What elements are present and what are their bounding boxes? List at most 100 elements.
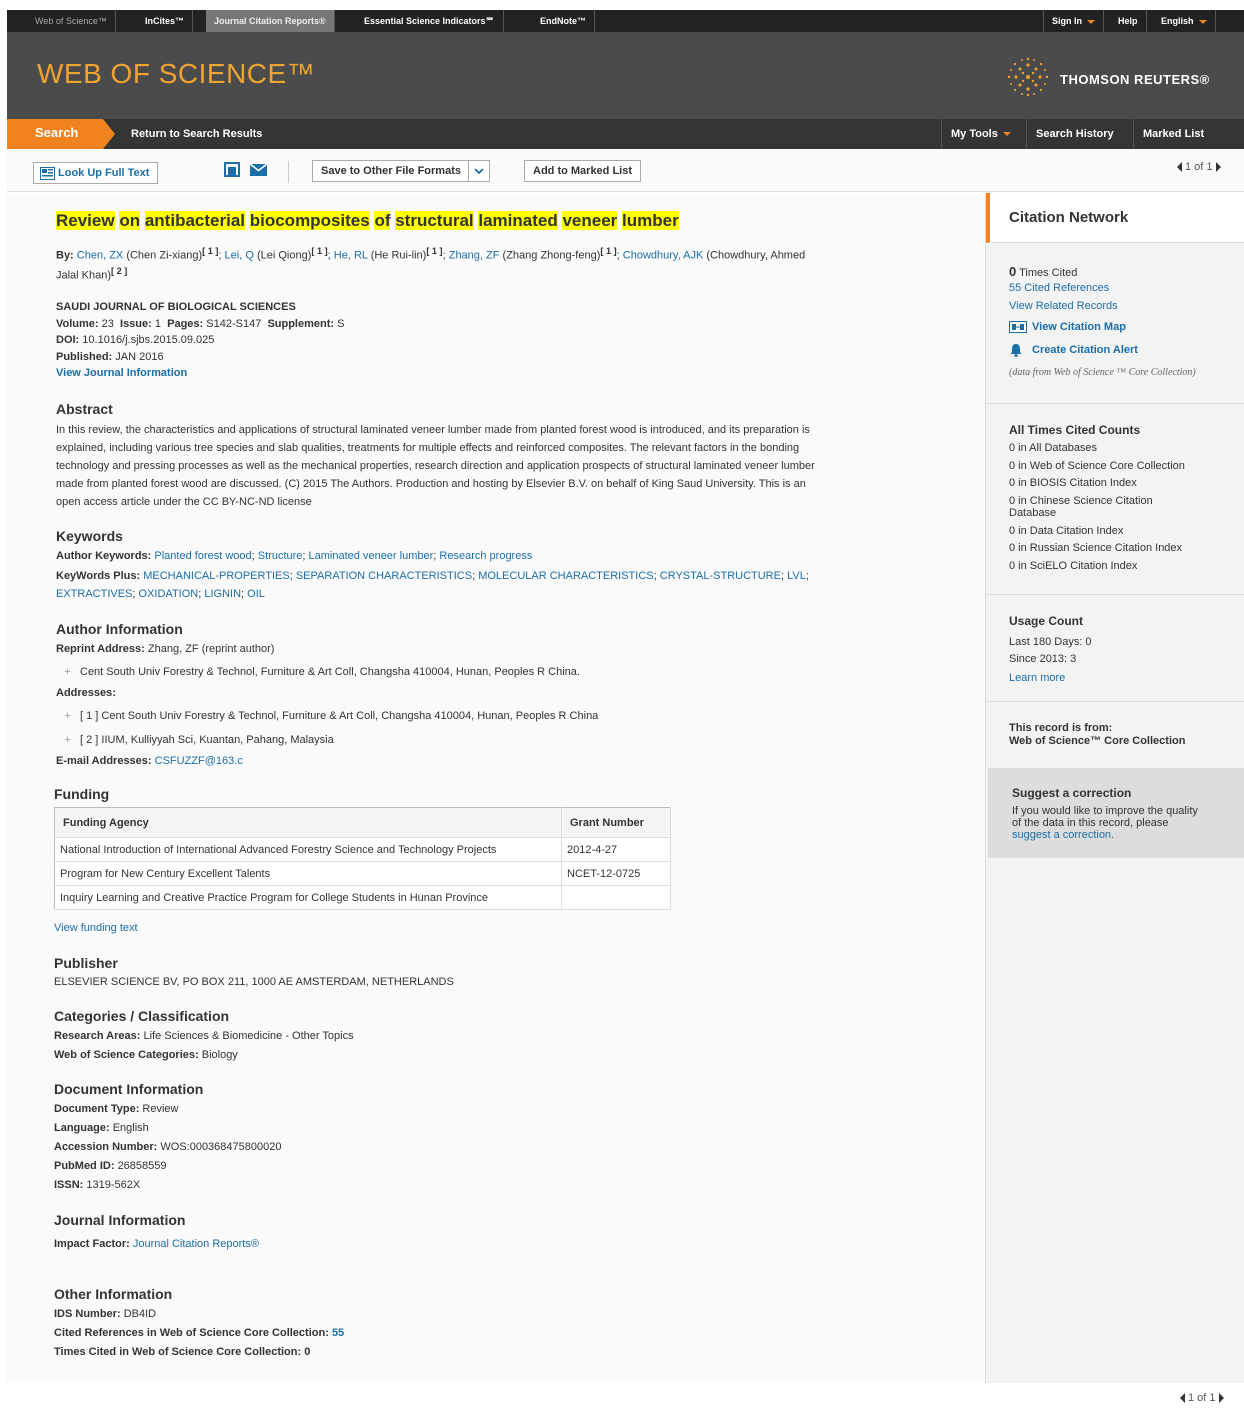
author-link[interactable]: He, RL — [334, 250, 368, 262]
author-link[interactable]: Chowdhury, AJK — [623, 250, 704, 262]
sidebar-divider — [986, 594, 1244, 595]
chevron-down-icon — [1002, 132, 1011, 137]
record-pager-bottom[interactable]: 1 of 1 — [1180, 1392, 1224, 1404]
language-label: English — [1161, 16, 1194, 26]
keyword-link[interactable]: Structure — [258, 550, 303, 562]
author-link[interactable]: Zhang, ZF — [449, 250, 500, 262]
accession-number-value: WOS:000368475800020 — [160, 1141, 282, 1153]
help-link[interactable]: Help — [1110, 10, 1147, 32]
email-icon[interactable] — [250, 164, 267, 176]
address-ref: [ 1 ] — [202, 246, 219, 256]
cited-references-link[interactable]: 55 Cited References — [1009, 282, 1109, 294]
sign-in-menu[interactable]: Sign In — [1043, 10, 1104, 32]
email-link[interactable]: CSFUZZF@163.c — [155, 755, 243, 767]
ids-number: IDS Number: DB4ID — [54, 1308, 156, 1320]
author-full-name: (Chen Zi-xiang) — [126, 249, 203, 262]
author-link[interactable]: Lei, Q — [225, 250, 254, 262]
product-link-jcr[interactable]: Journal Citation Reports® — [206, 10, 335, 32]
suggest-correction-link[interactable]: suggest a correction. — [1012, 829, 1114, 841]
cited-references-label: Cited References in Web of Science Core … — [54, 1327, 329, 1339]
search-history-link[interactable]: Search History — [1026, 119, 1123, 149]
grant-number-header: Grant Number — [561, 807, 671, 838]
product-link-endnote[interactable]: EndNote™ — [532, 10, 595, 32]
view-citation-map-link[interactable]: View Citation Map — [1009, 321, 1126, 334]
product-link-incites[interactable]: InCites™ — [137, 10, 194, 32]
language-menu[interactable]: English — [1153, 10, 1216, 32]
keyword-link[interactable]: EXTRACTIVES — [56, 588, 132, 600]
return-to-results-link[interactable]: Return to Search Results — [122, 119, 271, 149]
keyword-link[interactable]: Laminated veneer lumber — [309, 550, 434, 562]
view-citation-map-label: View Citation Map — [1032, 321, 1126, 333]
expand-plus-icon[interactable]: + — [62, 735, 73, 746]
cited-references-count: Cited References in Web of Science Core … — [54, 1327, 344, 1339]
marked-list-link[interactable]: Marked List — [1133, 119, 1213, 149]
citation-network-header: Citation Network — [986, 193, 1244, 243]
volume-line: Volume: 23 Issue: 1 Pages: S142-S147 Sup… — [56, 318, 344, 330]
published-line: Published: JAN 2016 — [56, 351, 164, 363]
address-item[interactable]: + [ 1 ] Cent South Univ Forestry & Techno… — [62, 710, 598, 722]
sidebar-divider — [986, 403, 1244, 404]
my-tools-menu[interactable]: My Tools — [941, 119, 1020, 149]
address-item[interactable]: + [ 2 ] IIUM, Kulliyyah Sci, Kuantan, Pah… — [62, 734, 333, 746]
thomson-reuters-globe-icon — [1007, 57, 1049, 97]
wos-categories: Web of Science Categories: Biology — [54, 1049, 238, 1061]
keyword-link[interactable]: OIL — [247, 588, 265, 600]
suggest-correction-heading: Suggest a correction — [1012, 786, 1132, 800]
research-areas-label: Research Areas: — [54, 1030, 141, 1042]
keyword-link[interactable]: LIGNIN — [204, 588, 241, 600]
reprint-address-item[interactable]: + Cent South Univ Forestry & Technol, Fur… — [62, 666, 580, 678]
add-to-marked-list-button[interactable]: Add to Marked List — [524, 160, 642, 182]
author-link[interactable]: Chen, ZX — [77, 250, 123, 262]
keyword-link[interactable]: Research progress — [439, 550, 532, 562]
issue-value: 1 — [154, 318, 161, 330]
cited-references-link[interactable]: 55 — [332, 1327, 344, 1339]
print-icon[interactable] — [224, 162, 240, 177]
grant-number-cell: NCET-12-0725 — [561, 861, 671, 886]
keyword-link[interactable]: MOLECULAR CHARACTERISTICS — [478, 570, 653, 582]
nav-search-tab[interactable]: Search — [7, 119, 115, 149]
journal-citation-reports-link[interactable]: Journal Citation Reports® — [133, 1238, 259, 1250]
author-line: By: Chen, ZX (Chen Zi-xiang)[ 1 ]; Lei, … — [56, 246, 806, 262]
chevron-down-icon — [1087, 19, 1095, 24]
keyword-link[interactable]: LVL — [787, 570, 806, 582]
create-citation-alert-link[interactable]: Create Citation Alert — [1009, 343, 1138, 357]
title-word: structural — [395, 211, 474, 230]
look-up-full-text-button[interactable]: Look Up Full Text — [33, 162, 159, 184]
previous-arrow-icon[interactable] — [1180, 1393, 1185, 1404]
product-link-esi[interactable]: Essential Science Indicators℠ — [356, 10, 504, 32]
my-tools-label: My Tools — [951, 128, 998, 140]
save-to-file-formats-button[interactable]: Save to Other File Formats — [312, 160, 490, 182]
keyword-link[interactable]: Planted forest wood — [154, 550, 251, 562]
previous-arrow-icon[interactable] — [1177, 162, 1182, 173]
view-related-records-link[interactable]: View Related Records — [1009, 300, 1118, 312]
next-arrow-icon[interactable] — [1218, 1393, 1224, 1404]
issn-value: 1319-562X — [86, 1179, 141, 1191]
keyword-link[interactable]: OXIDATION — [139, 588, 199, 600]
journal-information-heading: Journal Information — [54, 1212, 186, 1228]
published-value: JAN 2016 — [115, 351, 164, 363]
next-arrow-icon[interactable] — [1215, 162, 1221, 173]
main-nav: Search Return to Search Results My Tools… — [7, 119, 1244, 149]
web-of-science-logo[interactable]: WEB OF SCIENCE™ — [37, 58, 315, 90]
research-areas: Research Areas: Life Sciences & Biomedic… — [54, 1030, 354, 1042]
record-pager-top[interactable]: 1 of 1 — [1177, 161, 1221, 173]
save-dropdown-toggle[interactable] — [467, 161, 489, 181]
view-journal-information-link[interactable]: View Journal Information — [56, 367, 187, 379]
expand-plus-icon[interactable]: + — [62, 667, 73, 678]
doi-line: DOI: 10.1016/j.sjbs.2015.09.025 — [56, 334, 214, 346]
learn-more-link[interactable]: Learn more — [1009, 672, 1065, 684]
keyword-link[interactable]: CRYSTAL-STRUCTURE — [660, 570, 781, 582]
view-funding-text-link[interactable]: View funding text — [54, 922, 138, 934]
save-to-file-formats-label: Save to Other File Formats — [321, 165, 461, 177]
doi-value: 10.1016/j.sjbs.2015.09.025 — [82, 334, 215, 346]
title-word: veneer — [562, 211, 618, 230]
reprint-address-text: Cent South Univ Forestry & Technol, Furn… — [80, 666, 580, 678]
expand-plus-icon[interactable]: + — [62, 711, 73, 722]
author-keywords-label: Author Keywords: — [56, 550, 152, 562]
wos-categories-value: Biology — [201, 1049, 238, 1061]
product-link-wos[interactable]: Web of Science™ — [27, 10, 116, 32]
keyword-link[interactable]: MECHANICAL-PROPERTIES — [143, 570, 290, 582]
usage-count-heading: Usage Count — [1009, 614, 1084, 628]
keyword-link[interactable]: SEPARATION CHARACTERISTICS — [296, 570, 472, 582]
address-ref: [ 1 ] — [426, 246, 443, 256]
